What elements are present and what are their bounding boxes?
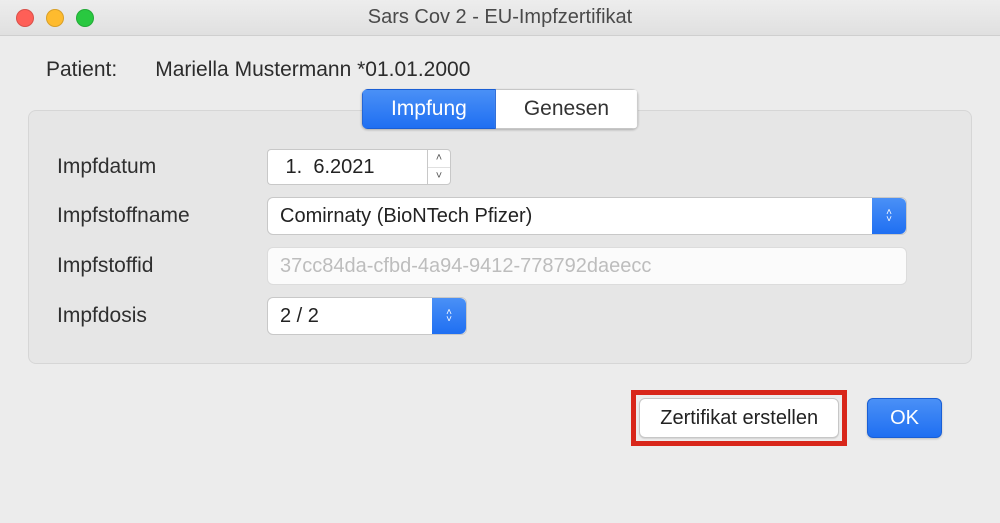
impfstoffname-value: Comirnaty (BioNTech Pfizer) — [280, 205, 532, 228]
impfdosis-label: Impfdosis — [57, 304, 267, 328]
window-title: Sars Cov 2 - EU-Impfzertifikat — [0, 6, 1000, 29]
updown-chevron-icon: ˄˅ — [872, 198, 906, 234]
impfdosis-value: 2 / 2 — [280, 305, 319, 328]
tab-segmented-control: Impfung Genesen — [362, 89, 638, 129]
create-certificate-button[interactable]: Zertifikat erstellen — [639, 398, 839, 438]
impfstoffid-field: 37cc84da-cfbd-4a94-9412-778792daeecc — [267, 247, 907, 285]
vaccination-form-group: Impfung Genesen Impfdatum ˄ ˅ Impfstoffn… — [28, 110, 972, 364]
chevron-up-icon[interactable]: ˄ — [428, 150, 450, 168]
window-titlebar: Sars Cov 2 - EU-Impfzertifikat — [0, 0, 1000, 36]
impfstoffid-label: Impfstoffid — [57, 254, 267, 278]
impfstoffname-select[interactable]: Comirnaty (BioNTech Pfizer) ˄˅ — [267, 197, 907, 235]
patient-label: Patient: — [46, 58, 117, 82]
impfdosis-select[interactable]: 2 / 2 ˄˅ — [267, 297, 467, 335]
impfdatum-input[interactable] — [267, 149, 427, 185]
impfdatum-stepper[interactable]: ˄ ˅ — [427, 149, 451, 185]
impfstoffname-label: Impfstoffname — [57, 204, 267, 228]
chevron-down-icon[interactable]: ˅ — [428, 168, 450, 185]
impfstoffid-value: 37cc84da-cfbd-4a94-9412-778792daeecc — [280, 255, 651, 278]
highlight-box: Zertifikat erstellen — [631, 390, 847, 446]
impfdatum-label: Impfdatum — [57, 155, 267, 179]
updown-chevron-icon: ˄˅ — [432, 298, 466, 334]
tab-genesen[interactable]: Genesen — [496, 89, 638, 129]
ok-button[interactable]: OK — [867, 398, 942, 438]
patient-value: Mariella Mustermann *01.01.2000 — [155, 58, 470, 82]
tab-impfung[interactable]: Impfung — [362, 89, 496, 129]
